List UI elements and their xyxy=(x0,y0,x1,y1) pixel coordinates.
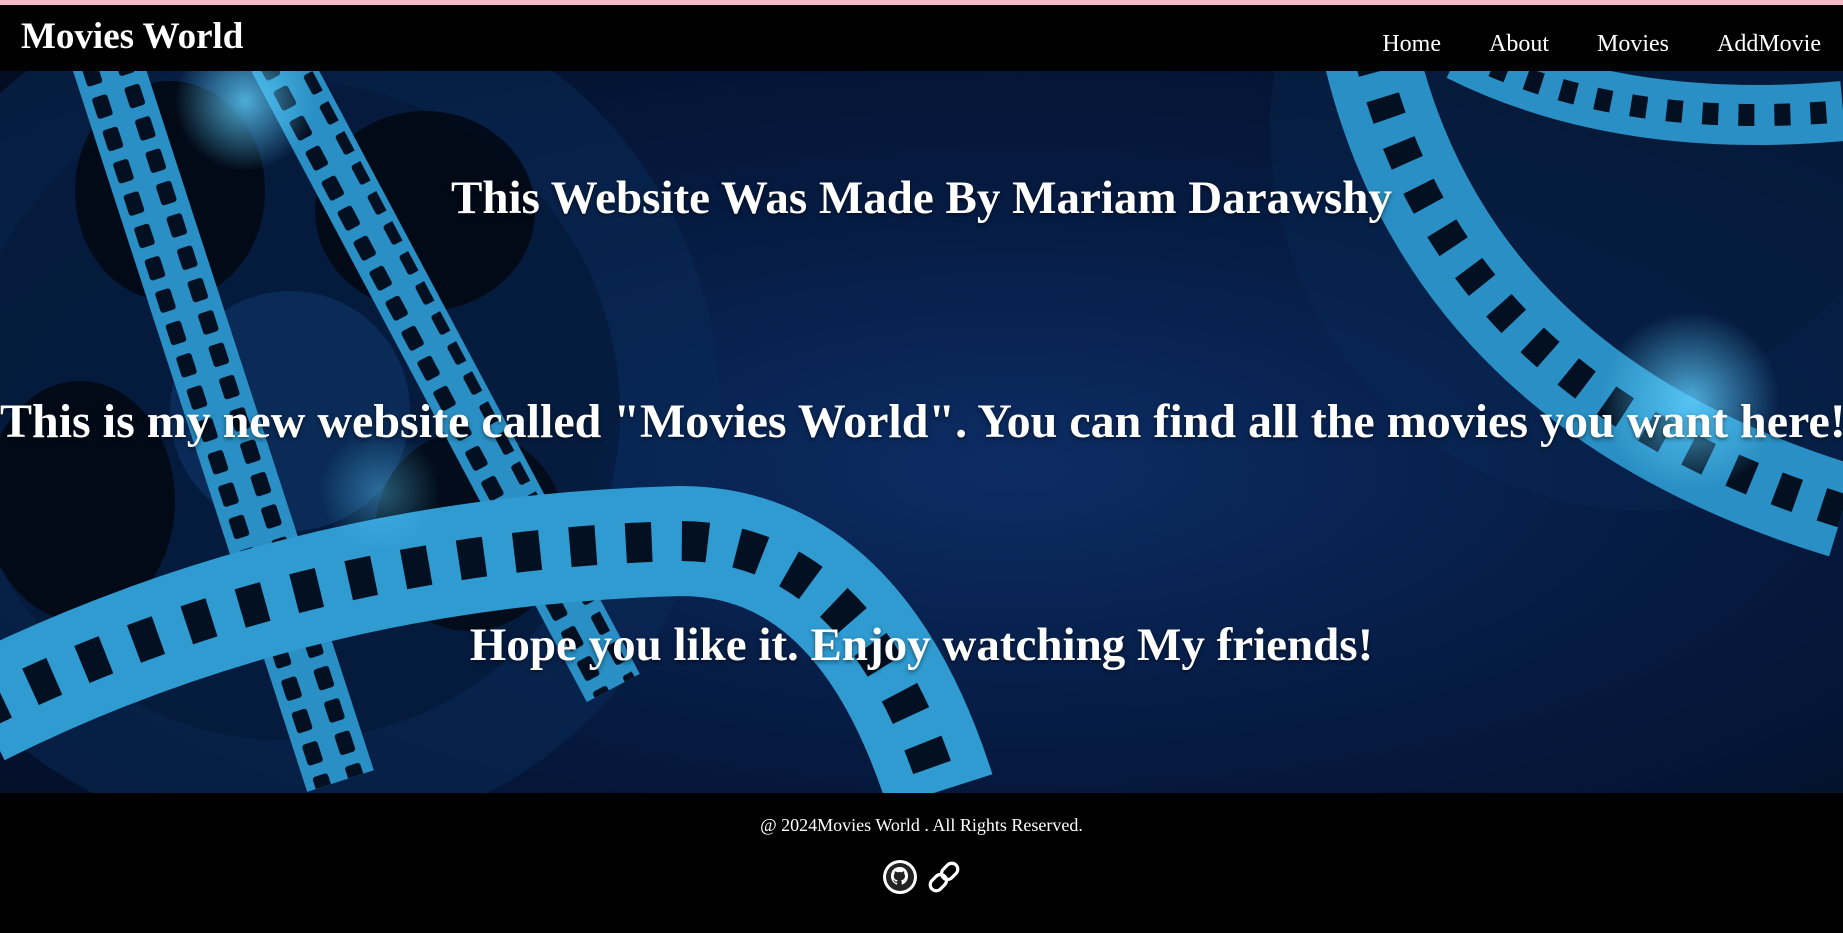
hero-section: This Website Was Made By Mariam Darawshy… xyxy=(0,71,1843,793)
nav-movies[interactable]: Movies xyxy=(1597,31,1669,58)
brand-logo[interactable]: Movies World xyxy=(21,15,243,58)
hero-title: This Website Was Made By Mariam Darawshy xyxy=(451,172,1392,224)
nav-links: Home About Movies AddMovie xyxy=(1334,31,1821,58)
link-icon[interactable] xyxy=(925,858,963,896)
github-icon[interactable] xyxy=(881,858,919,896)
navbar: Movies World Home About Movies AddMovie xyxy=(0,5,1843,71)
nav-home[interactable]: Home xyxy=(1382,31,1441,58)
nav-about[interactable]: About xyxy=(1489,31,1549,58)
footer: @ 2024Movies World . All Rights Reserved… xyxy=(0,793,1843,933)
social-links xyxy=(0,858,1843,896)
hero-description: This is my new website called "Movies Wo… xyxy=(0,395,1843,448)
nav-addmovie[interactable]: AddMovie xyxy=(1717,31,1821,58)
hero-greeting: Hope you like it. Enjoy watching My frie… xyxy=(469,619,1374,671)
copyright-text: @ 2024Movies World . All Rights Reserved… xyxy=(760,815,1083,835)
